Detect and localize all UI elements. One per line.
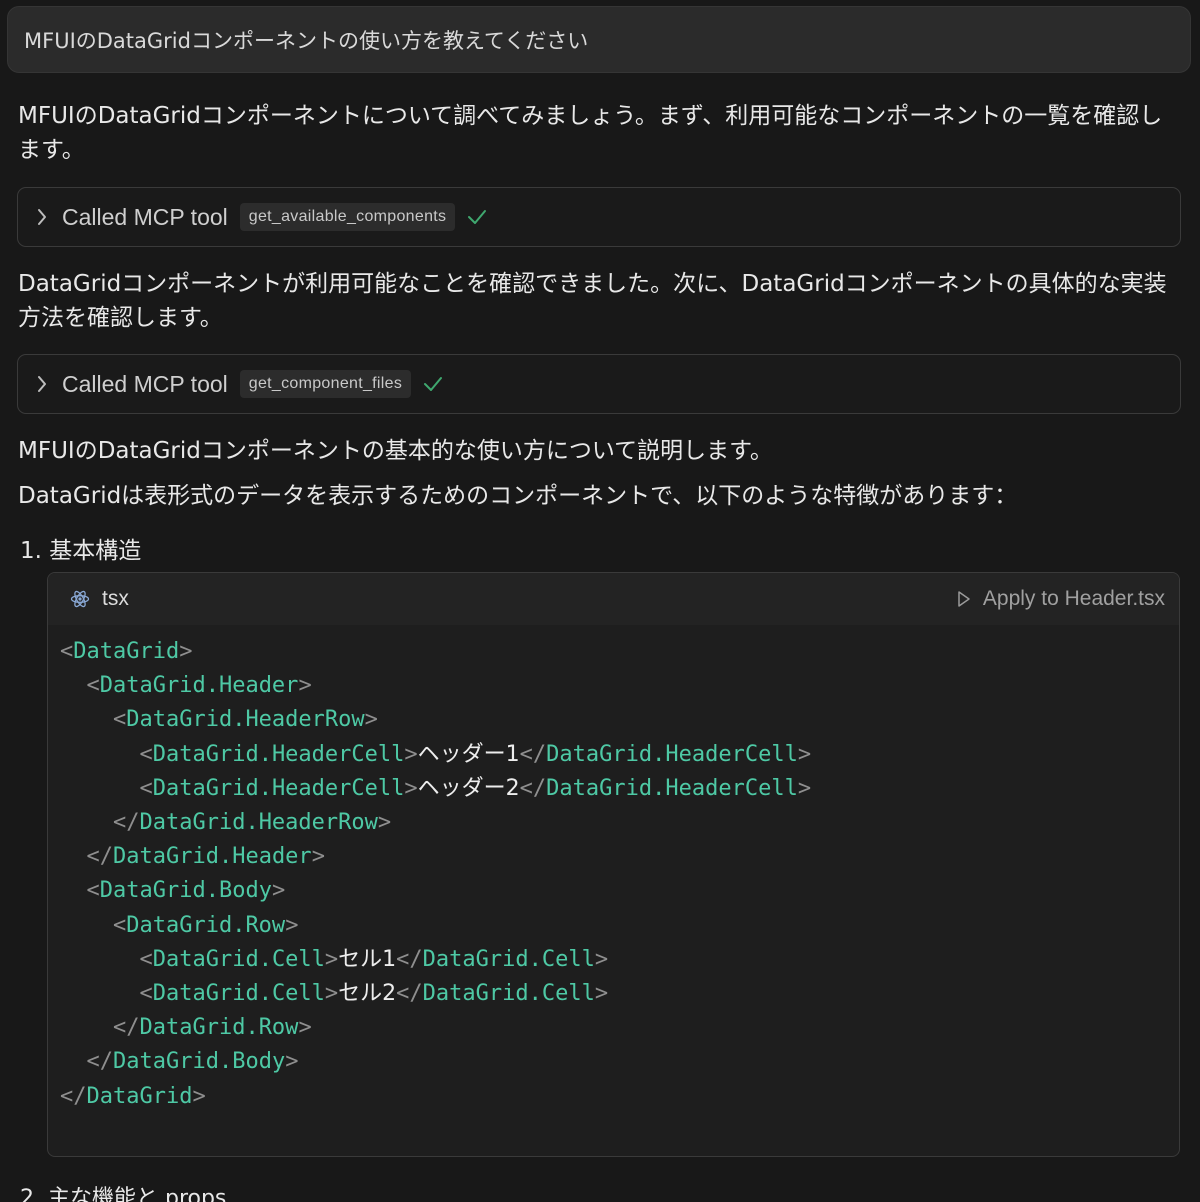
assistant-paragraph: MFUIのDataGridコンポーネントの基本的な使い方について説明します。 xyxy=(18,438,773,464)
code-punct: > xyxy=(594,981,609,1007)
code-punct: </ xyxy=(519,775,547,801)
code-punct: > xyxy=(594,946,609,972)
code-open-tag: DataGrid.Row xyxy=(126,912,286,938)
code-close-tag: DataGrid.HeaderCell xyxy=(546,741,798,767)
code-punct: > xyxy=(298,1015,312,1041)
code-open-tag: DataGrid.HeaderRow xyxy=(126,707,365,733)
tool-name-chip: get_available_components xyxy=(239,203,456,231)
code-close-tag: DataGrid.Cell xyxy=(422,981,595,1007)
code-punct: </ xyxy=(60,1083,87,1109)
code-punct: < xyxy=(139,775,153,801)
tool-call-label: Called MCP tool xyxy=(62,370,228,397)
code-punct: < xyxy=(139,741,153,767)
code-line: </DataGrid.Body> xyxy=(60,1045,811,1079)
code-punct: > xyxy=(377,810,392,836)
code-punct: > xyxy=(797,741,812,767)
code-text: ヘッダー2 xyxy=(417,775,520,801)
code-close-tag: DataGrid.HeaderCell xyxy=(546,775,798,801)
code-close-tag: DataGrid.Row xyxy=(139,1015,299,1041)
check-icon xyxy=(467,208,487,226)
code-open-tag: DataGrid.Header xyxy=(99,673,299,699)
code-open-tag: DataGrid.Cell xyxy=(152,946,325,972)
code-block-header: tsx Apply to Header.tsx xyxy=(48,573,1179,625)
code-punct: > xyxy=(311,844,325,870)
code-open-tag: DataGrid.HeaderCell xyxy=(152,741,405,767)
code-punct: > xyxy=(364,707,378,733)
code-open-tag: DataGrid.Body xyxy=(99,878,272,904)
assistant-paragraph: DataGridコンポーネントが利用可能なことを確認できました。次に、DataG… xyxy=(18,271,1167,331)
user-message-text: MFUIのDataGridコンポーネントの使い方を教えてください xyxy=(24,28,589,53)
code-punct: > xyxy=(404,741,418,767)
check-icon xyxy=(423,375,443,393)
code-line: <DataGrid.Cell>セル2</DataGrid.Cell> xyxy=(60,977,811,1011)
code-close-tag: DataGrid.Header xyxy=(113,844,312,870)
list-item-heading: 1. 基本構造 xyxy=(20,538,142,564)
code-punct: > xyxy=(192,1083,206,1109)
code-line: <DataGrid.HeaderCell>ヘッダー2</DataGrid.Hea… xyxy=(60,772,811,806)
apply-to-file-label: Apply to Header.tsx xyxy=(982,587,1165,610)
code-line: </DataGrid.HeaderRow> xyxy=(60,806,811,840)
code-line: <DataGrid.Header> xyxy=(60,669,811,703)
code-punct: > xyxy=(285,912,299,938)
play-icon xyxy=(958,591,970,607)
code-punct: </ xyxy=(112,1015,140,1041)
code-punct: </ xyxy=(396,946,423,972)
code-close-tag: DataGrid.Cell xyxy=(422,946,595,972)
code-punct: > xyxy=(298,673,312,699)
code-punct: > xyxy=(324,946,339,972)
code-punct: > xyxy=(271,878,286,904)
code-punct: < xyxy=(86,878,100,904)
tool-call-card[interactable]: Called MCP tool get_available_components xyxy=(17,187,1181,247)
code-close-tag: DataGrid.HeaderRow xyxy=(139,810,378,836)
code-line: </DataGrid> xyxy=(60,1080,811,1114)
code-punct: < xyxy=(112,707,127,733)
code-open-tag: DataGrid.Cell xyxy=(152,981,325,1007)
code-line: <DataGrid.Row> xyxy=(60,909,811,943)
user-message-bubble: MFUIのDataGridコンポーネントの使い方を教えてください xyxy=(7,6,1191,73)
tool-name-chip: get_component_files xyxy=(239,370,412,398)
code-block: tsx Apply to Header.tsx <DataGrid> <Data… xyxy=(47,572,1180,1157)
code-text: ヘッダー1 xyxy=(417,741,520,767)
code-language-label: tsx xyxy=(102,587,129,610)
code-punct: </ xyxy=(86,1049,114,1075)
assistant-paragraph: DataGridは表形式のデータを表示するためのコンポーネントで、以下のような特… xyxy=(18,483,1018,509)
code-punct: </ xyxy=(86,844,114,870)
apply-to-file-button[interactable]: Apply to Header.tsx xyxy=(957,573,1165,625)
code-line: <DataGrid.Cell>セル1</DataGrid.Cell> xyxy=(60,943,811,977)
code-punct: < xyxy=(112,912,127,938)
code-close-tag: DataGrid.Body xyxy=(113,1049,286,1075)
code-punct: </ xyxy=(112,810,140,836)
code-punct: < xyxy=(139,946,153,972)
code-line: </DataGrid.Row> xyxy=(60,1011,811,1045)
assistant-paragraph: MFUIのDataGridコンポーネントについて調べてみましょう。まず、利用可能… xyxy=(18,103,1163,163)
tool-call-card[interactable]: Called MCP tool get_component_files xyxy=(17,354,1181,414)
tool-call-label: Called MCP tool xyxy=(62,203,228,230)
code-punct: > xyxy=(404,775,418,801)
code-punct: > xyxy=(324,981,339,1007)
code-line: <DataGrid.HeaderCell>ヘッダー1</DataGrid.Hea… xyxy=(60,738,811,772)
code-punct: > xyxy=(285,1049,299,1075)
list-item-heading: 2. 主な機能と props xyxy=(20,1186,227,1202)
code-open-tag: DataGrid.HeaderCell xyxy=(152,775,405,801)
chevron-right-icon[interactable] xyxy=(36,207,48,227)
code-line: <DataGrid.Body> xyxy=(60,874,811,908)
code-punct: </ xyxy=(396,981,423,1007)
react-icon xyxy=(70,589,90,609)
code-close-tag: DataGrid xyxy=(86,1083,193,1109)
code-punct: < xyxy=(139,981,153,1007)
chevron-right-icon[interactable] xyxy=(36,374,48,394)
code-punct: > xyxy=(797,775,812,801)
code-line: </DataGrid.Header> xyxy=(60,840,811,874)
code-punct: < xyxy=(60,639,74,664)
code-line: <DataGrid> xyxy=(60,635,811,669)
code-text: セル2 xyxy=(338,981,397,1007)
code-line: <DataGrid.HeaderRow> xyxy=(60,703,811,737)
code-punct: </ xyxy=(519,741,547,767)
code-text: セル1 xyxy=(338,946,397,972)
code-punct: < xyxy=(86,673,100,699)
code-open-tag: DataGrid xyxy=(73,639,180,664)
code-punct: > xyxy=(179,639,193,664)
code-content: <DataGrid> <DataGrid.Header> <DataGrid.H… xyxy=(60,635,811,1114)
